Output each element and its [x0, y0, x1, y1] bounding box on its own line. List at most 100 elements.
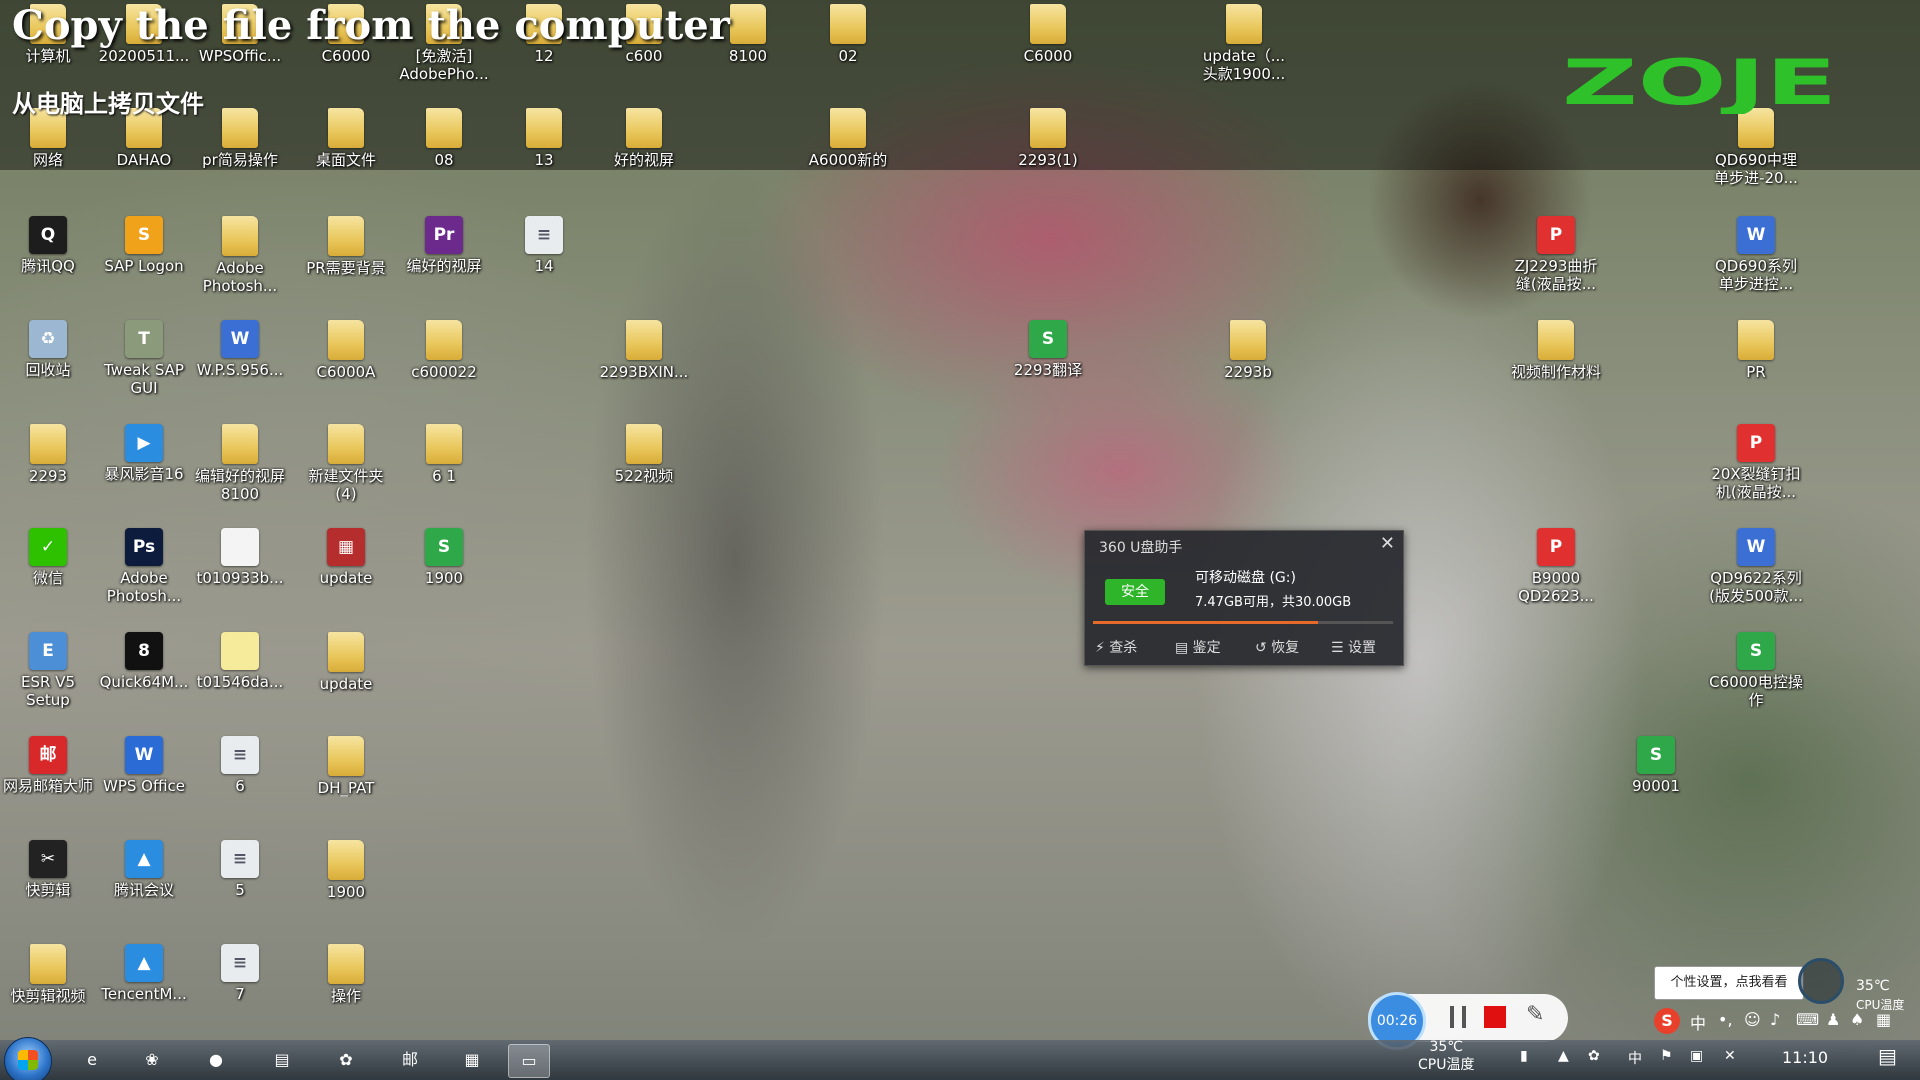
desktop-icon[interactable]: ✂ 快剪辑: [0, 836, 96, 932]
taskbar-app-3-icon[interactable]: ▤: [262, 1044, 302, 1076]
desktop-icon[interactable]: S 1900: [396, 524, 492, 620]
desktop-icon[interactable]: 编辑好的视屏8100: [192, 420, 288, 516]
tray-tooltip[interactable]: 个性设置，点我看看: [1654, 966, 1804, 1000]
desktop-icon[interactable]: ≡ 5: [192, 836, 288, 932]
desktop-icon[interactable]: t01546da...: [192, 628, 288, 724]
volume-icon[interactable]: ✕: [1724, 1048, 1736, 1064]
desktop-icon[interactable]: S 90001: [1608, 732, 1704, 828]
network-icon[interactable]: ▣: [1690, 1048, 1703, 1064]
keyboard-icon[interactable]: ⌨: [1796, 1010, 1819, 1029]
pause-icon[interactable]: [1448, 1006, 1468, 1028]
desktop-icon[interactable]: ▲ TencentM...: [96, 940, 192, 1036]
settings-button[interactable]: ☰ 设置: [1331, 637, 1376, 657]
desktop-icon[interactable]: 522视频: [596, 420, 692, 516]
desktop-icon[interactable]: Pr 编好的视屏: [396, 212, 492, 308]
usb-helper-popup[interactable]: 360 U盘助手 ✕ 安全 可移动磁盘 (G:) 7.47GB可用，共30.00…: [1084, 530, 1404, 666]
desktop-icon[interactable]: S C6000电控操作: [1708, 628, 1804, 724]
grid-icon[interactable]: ▦: [1876, 1010, 1891, 1029]
ime-toolbar[interactable]: S 中 •, ☺ ♪ ⌨ ♟ ♠ ▦: [1650, 1008, 1920, 1036]
desktop-icon[interactable]: Ps Adobe Photosh...: [96, 524, 192, 620]
desktop-icon[interactable]: ▶ 暴风影音16: [96, 420, 192, 516]
desktop-icon[interactable]: ▲ 腾讯会议: [96, 836, 192, 932]
taskbar-app-1-icon[interactable]: ❀: [132, 1044, 172, 1076]
restore-button[interactable]: ↺ 恢复: [1255, 637, 1299, 657]
ime-icon[interactable]: 中: [1628, 1048, 1642, 1068]
desktop-icon-top[interactable]: 08: [396, 104, 492, 200]
desktop-icon[interactable]: PR: [1708, 316, 1804, 412]
clock[interactable]: 11:10: [1782, 1048, 1828, 1067]
desktop-icon[interactable]: S SAP Logon: [96, 212, 192, 308]
desktop-icon-top[interactable]: pr简易操作: [192, 104, 288, 200]
cpu-temp-widget[interactable]: 35℃ CPU温度: [1812, 966, 1916, 1012]
desktop-icon[interactable]: W WPS Office: [96, 732, 192, 828]
desktop-icon[interactable]: 6 1: [396, 420, 492, 516]
desktop-icon[interactable]: 邮网易邮箱大师: [0, 732, 96, 828]
desktop-icon[interactable]: 2293b: [1200, 316, 1296, 412]
flag-icon[interactable]: ⚑: [1660, 1048, 1673, 1064]
taskbar-cpu-temp[interactable]: 35℃ CPU温度: [1418, 1038, 1474, 1074]
desktop-icon-top[interactable]: update（... 头款1900...: [1196, 0, 1292, 96]
stop-icon[interactable]: [1484, 1006, 1506, 1028]
desktop-icon[interactable]: P 20X裂缝钉扣机(液晶按...: [1708, 420, 1804, 516]
desktop-icon[interactable]: t010933b...: [192, 524, 288, 620]
desktop-icon[interactable]: 8 Quick64M...: [96, 628, 192, 724]
flower-icon[interactable]: ✿: [1588, 1048, 1600, 1064]
desktop-icon[interactable]: ✓ 微信: [0, 524, 96, 620]
desktop-icon[interactable]: 视频制作材料: [1508, 316, 1604, 412]
taskbar-mail-icon[interactable]: 邮: [390, 1044, 430, 1076]
desktop-icon[interactable]: 操作: [298, 940, 394, 1036]
user-icon[interactable]: ♟: [1826, 1010, 1840, 1029]
desktop-icon-top[interactable]: QD690中理 单步进-20...: [1708, 104, 1804, 200]
shirt-icon[interactable]: ♠: [1850, 1010, 1864, 1029]
desktop-icon[interactable]: 1900: [298, 836, 394, 932]
start-button[interactable]: [4, 1037, 52, 1080]
desktop-icon[interactable]: PR需要背景: [298, 212, 394, 308]
desktop-icon[interactable]: P B9000 QD2623...: [1508, 524, 1604, 620]
desktop-icon[interactable]: Adobe Photosh...: [192, 212, 288, 308]
taskbar-ie-icon[interactable]: e: [72, 1044, 112, 1076]
desktop-icon[interactable]: T Tweak SAP GUI: [96, 316, 192, 412]
emoji-icon[interactable]: ☺: [1744, 1010, 1761, 1029]
desktop-icon-top[interactable]: C6000: [1000, 0, 1096, 96]
desktop-icon[interactable]: 2293: [0, 420, 96, 516]
desktop-icon[interactable]: update: [298, 628, 394, 724]
desktop-icon[interactable]: W QD690系列单步进控...: [1708, 212, 1804, 308]
desktop-icon-top[interactable]: 02: [800, 0, 896, 96]
desktop-icon-top[interactable]: 桌面文件: [298, 104, 394, 200]
identify-button[interactable]: ▤ 鉴定: [1175, 637, 1221, 657]
scan-button[interactable]: ⚡ 查杀: [1095, 637, 1137, 657]
desktop-icon[interactable]: c600022: [396, 316, 492, 412]
taskbar-app-5-icon[interactable]: ▦: [452, 1044, 492, 1076]
desktop-icon[interactable]: DH_PAT: [298, 732, 394, 828]
desktop-icon[interactable]: ≡ 14: [496, 212, 592, 308]
desktop-icon[interactable]: W W.P.S.956...: [192, 316, 288, 412]
desktop-icon-top[interactable]: 13: [496, 104, 592, 200]
taskbar-explorer-icon[interactable]: ▭: [508, 1044, 550, 1078]
desktop-icon[interactable]: ≡ 6: [192, 732, 288, 828]
desktop-icon[interactable]: E ESR V5 Setup: [0, 628, 96, 724]
desktop-icon[interactable]: ≡ 7: [192, 940, 288, 1036]
taskbar-app-4-icon[interactable]: ✿: [326, 1044, 366, 1076]
battery-icon[interactable]: ▮: [1520, 1048, 1528, 1064]
ime-lang[interactable]: 中: [1690, 1010, 1706, 1034]
taskbar-app-2-icon[interactable]: ●: [196, 1044, 236, 1076]
desktop-icon[interactable]: 快剪辑视频: [0, 940, 96, 1036]
pen-icon[interactable]: ✎: [1526, 1002, 1552, 1028]
desktop-icon[interactable]: P ZJ2293曲折缝(液晶按...: [1508, 212, 1604, 308]
sogou-icon[interactable]: S: [1654, 1008, 1680, 1034]
desktop-icon-top[interactable]: 2293(1): [1000, 104, 1096, 200]
desktop-icon[interactable]: Q 腾讯QQ: [0, 212, 96, 308]
desktop-icon[interactable]: C6000A: [298, 316, 394, 412]
desktop-icon[interactable]: 新建文件夹 (4): [298, 420, 394, 516]
punctuation-icon[interactable]: •,: [1718, 1010, 1733, 1029]
show-hidden-icon[interactable]: ▲: [1558, 1048, 1569, 1064]
desktop-icon[interactable]: S 2293翻译: [1000, 316, 1096, 412]
desktop-icon[interactable]: ▦ update: [298, 524, 394, 620]
desktop-icon[interactable]: ♻ 回收站: [0, 316, 96, 412]
close-icon[interactable]: ✕: [1380, 533, 1395, 554]
action-center-icon[interactable]: ▤: [1878, 1044, 1897, 1068]
desktop-icon-top[interactable]: 好的视屏: [596, 104, 692, 200]
desktop-icon[interactable]: 2293BXIN...: [596, 316, 692, 412]
desktop-icon[interactable]: W QD9622系列(版发500款...: [1708, 524, 1804, 620]
microphone-icon[interactable]: ♪: [1770, 1010, 1780, 1029]
